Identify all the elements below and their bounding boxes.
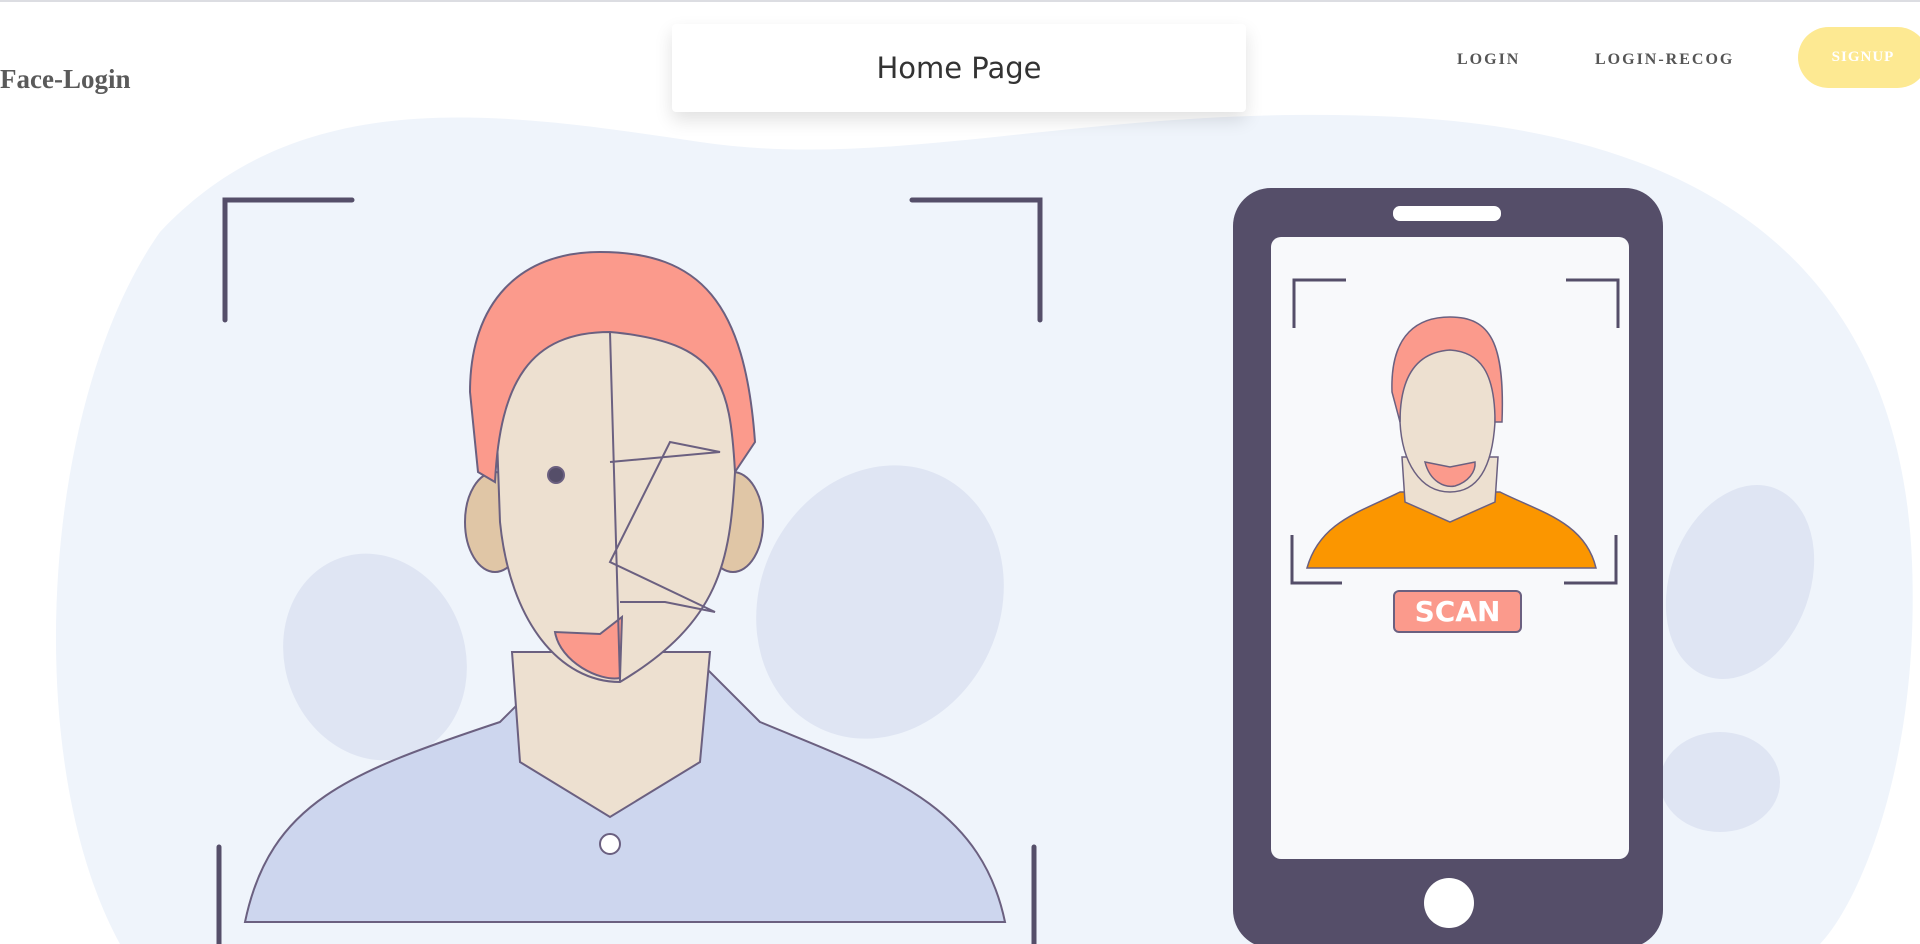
page-title-card: Home Page [672,24,1246,112]
signup-button[interactable]: SIGNUP [1798,27,1920,88]
nav-login[interactable]: LOGIN [1457,51,1520,69]
brand-logo[interactable]: Face-Login [0,64,130,95]
phone-illustration [1233,188,1663,944]
hero-illustration [55,114,1913,944]
page-title: Home Page [876,51,1042,85]
nav-login-recog[interactable]: LOGIN-RECOG [1595,51,1734,69]
scan-label: SCAN [1393,590,1522,633]
home-button-icon [1424,878,1474,928]
